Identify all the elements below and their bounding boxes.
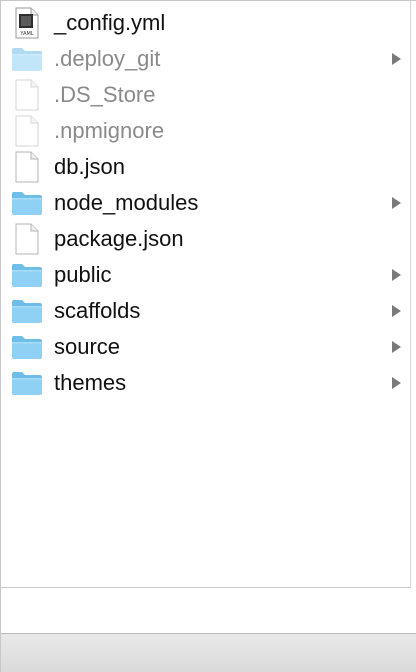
folder-row[interactable]: themes <box>1 365 409 401</box>
svg-text:YAML: YAML <box>19 31 33 37</box>
folder-icon <box>11 331 43 363</box>
file-name-label: .DS_Store <box>54 82 156 107</box>
folder-row[interactable]: node_modules <box>1 185 409 221</box>
chevron-right-icon <box>389 196 403 210</box>
file-row[interactable]: .npmignore <box>1 113 409 149</box>
file-name-label: db.json <box>54 154 125 179</box>
folder-icon <box>11 259 43 291</box>
folder-icon <box>11 367 43 399</box>
status-bar <box>1 633 416 672</box>
file-name-label: public <box>54 262 112 287</box>
file-name-label: .npmignore <box>54 118 165 143</box>
folder-icon <box>11 295 43 327</box>
chevron-right-icon <box>389 268 403 282</box>
chevron-right-icon <box>389 340 403 354</box>
folder-icon <box>11 43 43 75</box>
chevron-right-icon <box>389 376 403 390</box>
folder-row[interactable]: public <box>1 257 409 293</box>
document-icon <box>11 223 43 255</box>
file-row[interactable]: db.json <box>1 149 409 185</box>
file-list: YAML _config.yml .deploy_git .DS_Store .npmi… <box>1 5 409 587</box>
document-icon <box>11 79 43 111</box>
folder-row[interactable]: scaffolds <box>1 293 409 329</box>
folder-row[interactable]: .deploy_git <box>1 41 409 77</box>
file-row[interactable]: YAML _config.yml <box>1 5 409 41</box>
file-row[interactable]: .DS_Store <box>1 77 409 113</box>
folder-icon <box>11 187 43 219</box>
file-name-label: .deploy_git <box>54 46 161 71</box>
folder-row[interactable]: source <box>1 329 409 365</box>
file-name-label: _config.yml <box>54 10 166 35</box>
file-name-label: node_modules <box>54 190 199 215</box>
finder-column-window: YAML _config.yml .deploy_git .DS_Store .npmi… <box>0 0 416 672</box>
file-name-label: scaffolds <box>54 298 141 323</box>
file-name-label: source <box>54 334 121 359</box>
chevron-right-icon <box>389 304 403 318</box>
column-empty-area <box>1 588 411 633</box>
document-icon <box>11 151 43 183</box>
file-row[interactable]: package.json <box>1 221 409 257</box>
file-name-label: package.json <box>54 226 184 251</box>
column-resize-handle[interactable] <box>410 1 416 633</box>
document-icon <box>11 115 43 147</box>
chevron-right-icon <box>389 52 403 66</box>
yaml-file-icon: YAML <box>11 7 43 39</box>
file-name-label: themes <box>54 370 127 395</box>
